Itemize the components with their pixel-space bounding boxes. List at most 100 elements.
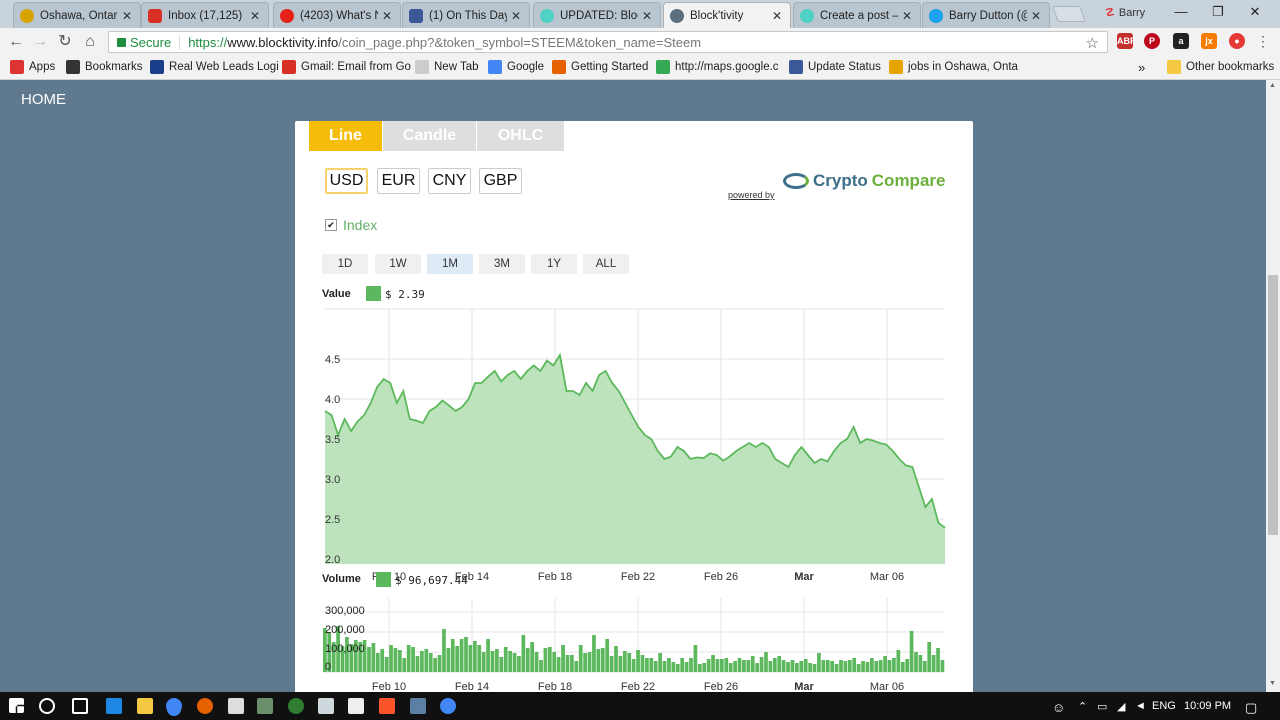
volume-chart[interactable]: 0 100,000 200,000 300,000 Feb 10 Feb 14 Feb 18… [305,586,965,692]
range-1d-button[interactable]: 1D [322,254,368,274]
tab-close-icon[interactable]: ✕ [1031,9,1043,23]
tray-chevron-icon[interactable]: ⌃ [1078,700,1087,713]
people-icon[interactable]: ☺ [1052,700,1065,715]
start-windows-icon[interactable] [9,698,24,713]
bookmark-item[interactable]: http://maps.google.c [656,60,779,74]
bookmark-item[interactable]: jobs in Oshawa, Onta [889,60,1018,74]
browser-tab[interactable]: Create a post — ✕ [793,2,921,28]
browser-menu-icon[interactable]: ⋮ [1256,33,1270,50]
tab-close-icon[interactable]: ✕ [511,9,523,23]
bookmark-item[interactable]: Bookmarks [66,60,143,74]
notifications-icon[interactable]: ▢ [1245,700,1257,716]
tab-close-icon[interactable]: ✕ [772,9,784,23]
calculator-icon[interactable] [348,698,364,714]
browser-tab[interactable]: Block'tivity ✕ [663,2,791,29]
bookmarks-overflow-icon[interactable]: » [1138,60,1145,75]
tab-close-icon[interactable]: ✕ [382,9,394,23]
new-tab-button[interactable] [1052,6,1086,22]
tab-close-icon[interactable]: ✕ [642,9,654,23]
tab-close-icon[interactable]: ✕ [902,9,914,23]
chrome-icon-2[interactable] [440,698,456,714]
bookmark-item[interactable]: New Tab [415,60,479,74]
bookmark-item[interactable]: Getting Started [552,60,648,74]
browser-tab[interactable]: UPDATED: Block ✕ [533,2,661,28]
cryptocompare-logo[interactable]: Crypto Compare [783,171,945,191]
file-explorer-icon[interactable] [137,698,153,714]
scroll-down-arrow-icon[interactable]: ▼ [1269,680,1276,687]
range-1w-button[interactable]: 1W [375,254,421,274]
reload-button[interactable]: ↻ [55,32,75,52]
amazon-extension-icon[interactable]: a [1173,33,1189,49]
range-1y-button[interactable]: 1Y [531,254,577,274]
pinterest-extension-icon[interactable]: P [1144,33,1160,49]
task-view-icon[interactable] [72,698,88,714]
volume-bar [477,645,482,672]
firefox-icon[interactable] [197,698,213,714]
adblock-extension-icon[interactable]: ABP [1117,33,1136,49]
steemit-icon [800,8,814,23]
jx-extension-icon[interactable]: jx [1201,33,1217,49]
index-checkbox[interactable]: ✔ [325,219,337,231]
brave-icon[interactable] [379,698,395,714]
clock[interactable]: 10:09 PM [1184,700,1231,712]
value-chart[interactable]: 2.02.53.03.54.04.5Feb 10Feb 14Feb 18Feb … [305,301,965,581]
range-3m-button[interactable]: 3M [479,254,525,274]
language-indicator[interactable]: ENG [1152,700,1176,712]
browser-tab[interactable]: Barry Dutton (@ ✕ [922,2,1050,28]
chrome-icon[interactable] [166,698,182,714]
index-toggle[interactable]: ✔ Index [325,217,377,233]
volume-bar [402,658,407,672]
profile-button[interactable]: ☡ Barry [1105,6,1145,20]
security-indicator[interactable]: Secure [117,34,181,50]
browser-tab[interactable]: Oshawa, Ontari ✕ [13,2,141,28]
restore-button[interactable]: ❐ [1203,4,1233,20]
x-tick-label: Feb 10 [372,681,406,692]
powered-by-link[interactable]: powered by [728,190,775,200]
app-globe-icon[interactable] [288,698,304,714]
facebook-icon [409,8,423,23]
bookmark-item[interactable]: Apps [10,60,55,74]
back-button[interactable]: ← [6,32,26,52]
notepad-icon[interactable] [228,698,244,714]
volume-icon[interactable]: ◄ [1135,700,1146,712]
chart-card: Line Candle OHLC USD EUR CNY GBP powered… [295,121,973,692]
forward-button[interactable]: → [30,32,50,52]
browser-tab[interactable]: Inbox (17,125) ✕ [141,2,269,28]
app-window-icon[interactable] [410,698,426,714]
bookmark-item[interactable]: Gmail: Email from Go [282,60,411,74]
home-button[interactable]: ⌂ [80,32,100,52]
wifi-icon[interactable]: ◢ [1117,700,1125,713]
browser-tab[interactable]: (1) On This Day ✕ [402,2,530,28]
bookmark-star-icon[interactable]: ☆ [1086,34,1099,52]
tab-close-icon[interactable]: ✕ [122,9,134,23]
currency-cny-button[interactable]: CNY [428,168,471,194]
bookmark-item[interactable]: Update Status [789,60,881,74]
page-scrollbar[interactable]: ▲ ▼ [1266,80,1280,692]
mail-icon[interactable] [318,698,334,714]
bookmark-item[interactable]: Google [488,60,544,74]
close-window-button[interactable]: ✕ [1240,4,1270,20]
battery-icon[interactable]: ▭ [1097,700,1107,713]
tab-close-icon[interactable]: ✕ [250,9,262,23]
tab-candle[interactable]: Candle [383,121,477,151]
address-bar[interactable]: Secure https://www.blocktivity.info/coin… [108,31,1108,53]
currency-usd-button[interactable]: USD [325,168,368,194]
cortana-search-icon[interactable] [39,698,55,714]
edge-icon[interactable] [106,698,122,714]
currency-eur-button[interactable]: EUR [377,168,420,194]
scrollbar-thumb[interactable] [1268,275,1278,535]
range-1m-button[interactable]: 1M [427,254,473,274]
tab-line[interactable]: Line [309,121,383,151]
bookmark-item[interactable]: Real Web Leads Logi [150,60,279,74]
browser-tab[interactable]: (4203) What's N ✕ [273,2,401,28]
volume-bar [649,658,654,672]
tab-ohlc[interactable]: OHLC [477,121,565,151]
nav-home-link[interactable]: HOME [21,91,66,108]
paint-icon[interactable] [257,698,273,714]
red-extension-icon[interactable]: ● [1229,33,1245,49]
currency-gbp-button[interactable]: GBP [479,168,522,194]
range-all-button[interactable]: ALL [583,254,629,274]
bookmark-item[interactable]: Other bookmarks [1167,60,1274,74]
scroll-up-arrow-icon[interactable]: ▲ [1269,82,1276,89]
minimize-button[interactable]: — [1166,4,1196,19]
